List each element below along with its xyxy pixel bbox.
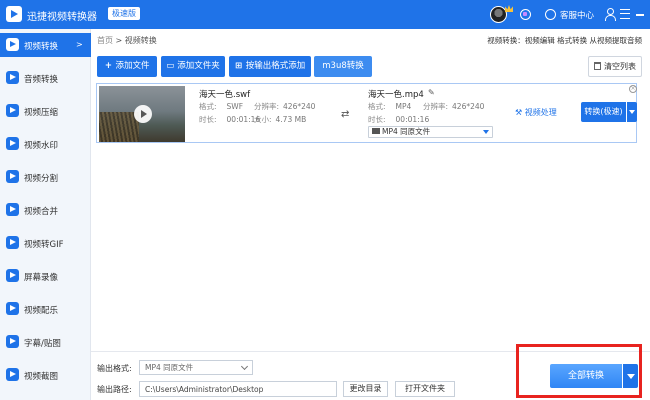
breadcrumb-home[interactable]: 首页 bbox=[97, 36, 113, 45]
sidebar-item-label: 屏幕录像 bbox=[24, 273, 59, 283]
output-path-input[interactable] bbox=[139, 381, 337, 397]
breadcrumb: 首页 > 视频转换 bbox=[97, 35, 157, 46]
pencil-icon[interactable]: ✎ bbox=[428, 88, 435, 97]
convert-dropdown-button[interactable] bbox=[627, 102, 637, 122]
sidebar-item-label: 音频转换 bbox=[24, 75, 59, 85]
sidebar-item-watermark[interactable]: 视频水印 bbox=[0, 132, 91, 156]
source-duration: 时长: 00:01:16 bbox=[199, 115, 261, 124]
breadcrumb-separator: > bbox=[115, 36, 123, 45]
sidebar-item-label: 视频分割 bbox=[24, 174, 59, 184]
global-output-format-select[interactable]: MP4 同原文件 bbox=[139, 360, 253, 375]
chevron-right-icon: > bbox=[76, 40, 83, 49]
trash-icon bbox=[594, 62, 601, 70]
sidebar-item-split[interactable]: 视频分割 bbox=[0, 165, 91, 189]
sidebar-item-label: 视频水印 bbox=[24, 141, 59, 151]
source-file-name: 海天一色.swf bbox=[199, 90, 251, 100]
merge-icon bbox=[6, 203, 19, 216]
target-duration: 时长: 00:01:16 bbox=[368, 115, 430, 124]
music-icon bbox=[6, 302, 19, 315]
sidebar-item-video-convert[interactable]: 视频转换 > bbox=[0, 33, 91, 57]
crown-icon bbox=[505, 5, 513, 12]
sidebar-item-label: 视频压缩 bbox=[24, 108, 59, 118]
sidebar-item-label: 视频配乐 bbox=[24, 306, 59, 316]
headset-icon[interactable] bbox=[545, 9, 556, 20]
feature-hint: 视频转换：视频编辑 格式转换 从视频提取音频 bbox=[487, 36, 642, 45]
source-size: 大小: 4.73 MB bbox=[254, 115, 307, 124]
target-resolution: 分辨率: 426*240 bbox=[423, 102, 485, 111]
sidebar-item-screen-record[interactable]: 屏幕录像 bbox=[0, 264, 91, 288]
video-thumbnail[interactable] bbox=[99, 86, 185, 142]
user-icon[interactable] bbox=[604, 8, 616, 21]
play-icon[interactable] bbox=[134, 105, 152, 123]
sidebar-item-subtitle[interactable]: 字幕/贴图 bbox=[0, 330, 91, 354]
minimize-icon[interactable] bbox=[636, 14, 644, 16]
sidebar-item-merge[interactable]: 视频合并 bbox=[0, 198, 91, 222]
convert-button[interactable]: 转换(极速) bbox=[581, 102, 626, 122]
sidebar-item-label: 视频转GIF bbox=[24, 240, 64, 250]
output-path-label: 输出路径: bbox=[97, 385, 132, 394]
plus-icon: + bbox=[104, 61, 113, 71]
target-file-name: 海天一色.mp4 bbox=[368, 90, 424, 100]
add-file-button[interactable]: + 添加文件 bbox=[97, 56, 157, 77]
title-bar: 迅捷视频转换器 极速版 客服中心 bbox=[0, 0, 650, 29]
sidebar: 视频转换 > 音频转换 视频压缩 视频水印 视频分割 视频合并 视频转GIF 屏… bbox=[0, 29, 91, 400]
clear-list-button[interactable]: 清空列表 bbox=[588, 56, 642, 77]
customer-service-link[interactable]: 客服中心 bbox=[560, 9, 594, 21]
change-directory-button[interactable]: 更改目录 bbox=[343, 381, 388, 397]
avatar[interactable] bbox=[490, 6, 507, 23]
app-title: 迅捷视频转换器 bbox=[27, 12, 97, 23]
sidebar-item-label: 视频转换 bbox=[24, 42, 59, 52]
edition-badge: 极速版 bbox=[108, 7, 140, 20]
sidebar-item-gif[interactable]: 视频转GIF bbox=[0, 231, 91, 255]
open-folder-button[interactable]: 打开文件夹 bbox=[395, 381, 455, 397]
convert-all-button[interactable]: 全部转换 bbox=[550, 364, 622, 388]
breadcrumb-current: 视频转换 bbox=[124, 36, 157, 45]
sidebar-item-video-compress[interactable]: 视频压缩 bbox=[0, 99, 91, 123]
chevron-down-icon bbox=[483, 130, 489, 134]
add-by-format-button[interactable]: ⊞ 按输出格式添加 bbox=[229, 56, 311, 77]
audio-icon bbox=[6, 71, 19, 84]
close-icon[interactable]: × bbox=[629, 85, 637, 93]
video-icon bbox=[6, 38, 19, 51]
sidebar-item-music[interactable]: 视频配乐 bbox=[0, 297, 91, 321]
subtitle-icon bbox=[6, 335, 19, 348]
m3u8-convert-button[interactable]: m3u8转换 bbox=[314, 56, 372, 77]
convert-all-dropdown-button[interactable] bbox=[623, 364, 638, 388]
output-format-label: 输出格式: bbox=[97, 364, 132, 373]
output-format-select[interactable]: MP4 同原文件 bbox=[368, 126, 493, 138]
magic-icon: ⚒ bbox=[515, 108, 523, 117]
bottom-bar: 输出格式: MP4 同原文件 输出路径: 更改目录 打开文件夹 全部转换 bbox=[91, 351, 650, 400]
source-format: 格式: SWF bbox=[199, 102, 244, 111]
gif-icon bbox=[6, 236, 19, 249]
source-resolution: 分辨率: 426*240 bbox=[254, 102, 316, 111]
record-icon bbox=[6, 269, 19, 282]
menu-icon[interactable] bbox=[620, 9, 630, 19]
file-item: 海天一色.swf 格式: SWF 分辨率: 426*240 时长: 00:01:16 … bbox=[96, 83, 637, 143]
screenshot-icon bbox=[6, 368, 19, 381]
sidebar-item-label: 视频截图 bbox=[24, 372, 59, 382]
sidebar-item-audio-convert[interactable]: 音频转换 bbox=[0, 66, 91, 90]
split-icon bbox=[6, 170, 19, 183]
film-icon bbox=[372, 128, 380, 134]
watermark-icon bbox=[6, 137, 19, 150]
format-add-icon: ⊞ bbox=[235, 61, 243, 71]
target-format: 格式: MP4 bbox=[368, 102, 412, 111]
chevron-down-icon bbox=[240, 362, 249, 371]
sidebar-item-label: 视频合并 bbox=[24, 207, 59, 217]
sidebar-item-label: 字幕/贴图 bbox=[24, 339, 61, 349]
compress-icon bbox=[6, 104, 19, 117]
vip-icon[interactable] bbox=[520, 9, 531, 20]
shuffle-icon: ⇄ bbox=[341, 109, 350, 120]
main-panel: 首页 > 视频转换 视频转换：视频编辑 格式转换 从视频提取音频 + 添加文件 ▭… bbox=[91, 29, 650, 400]
video-process-link[interactable]: ⚒ 视频处理 bbox=[515, 107, 557, 118]
logo-icon bbox=[6, 6, 22, 22]
add-folder-button[interactable]: ▭ 添加文件夹 bbox=[161, 56, 225, 77]
sidebar-item-screenshot[interactable]: 视频截图 bbox=[0, 363, 91, 387]
folder-icon: ▭ bbox=[166, 61, 175, 71]
